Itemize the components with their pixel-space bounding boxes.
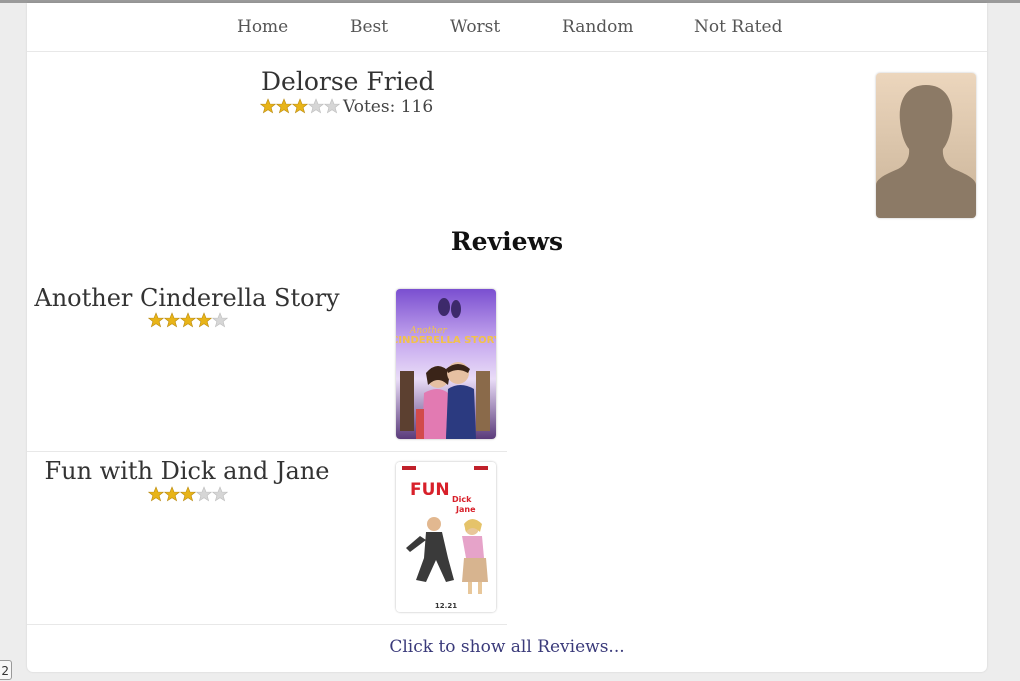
star-filled-icon: [180, 486, 196, 502]
review-title[interactable]: Fun with Dick and Jane: [27, 457, 347, 485]
star-filled-icon: [180, 312, 196, 328]
nav-not-rated[interactable]: Not Rated: [694, 17, 782, 37]
star-empty-icon: [212, 312, 228, 328]
person-rating-stars: [260, 98, 340, 114]
movie-poster-another-cinderella-story[interactable]: Another CINDERELLA STORY: [396, 289, 496, 439]
star-filled-icon: [164, 486, 180, 502]
review-item[interactable]: Another Cinderella Story Another CINDERE…: [27, 279, 507, 452]
reviews-heading: Reviews: [450, 227, 564, 256]
main-nav: Home Best Worst Random Not Rated: [27, 3, 987, 52]
svg-text:Jane: Jane: [455, 505, 476, 514]
poster-art: Another CINDERELLA STORY: [396, 289, 496, 439]
votes-count: Votes: 116: [343, 97, 434, 117]
review-rating-stars: [148, 312, 228, 328]
star-filled-icon: [164, 312, 180, 328]
svg-text:12.21: 12.21: [435, 602, 457, 610]
star-filled-icon: [196, 312, 212, 328]
review-rating-stars: [148, 486, 228, 502]
poster-art: FUN Dick Jane 12.21: [396, 462, 496, 612]
person-name: Delorse Fried: [261, 67, 435, 96]
star-empty-icon: [212, 486, 228, 502]
movie-poster-fun-with-dick-and-jane[interactable]: FUN Dick Jane 12.21: [396, 462, 496, 612]
star-filled-icon: [276, 98, 292, 114]
nav-best[interactable]: Best: [350, 17, 388, 37]
review-item[interactable]: Fun with Dick and Jane FUN Dick Jane 12.…: [27, 452, 507, 625]
show-all-reviews-link[interactable]: Click to show all Reviews...: [27, 637, 987, 657]
nav-random[interactable]: Random: [562, 17, 634, 37]
svg-text:Dick: Dick: [452, 495, 472, 504]
review-title[interactable]: Another Cinderella Story: [27, 284, 347, 312]
person-photo: [876, 73, 976, 218]
star-empty-icon: [196, 486, 212, 502]
svg-text:FUN: FUN: [410, 480, 450, 500]
page-container: Home Best Worst Random Not Rated Delorse…: [27, 3, 987, 672]
star-filled-icon: [292, 98, 308, 114]
corner-badge: 2: [0, 660, 12, 680]
nav-worst[interactable]: Worst: [450, 17, 500, 37]
star-filled-icon: [148, 312, 164, 328]
svg-text:CINDERELLA STORY: CINDERELLA STORY: [396, 335, 496, 346]
person-silhouette-icon: [876, 73, 976, 218]
nav-home[interactable]: Home: [237, 17, 288, 37]
star-filled-icon: [148, 486, 164, 502]
star-empty-icon: [324, 98, 340, 114]
star-empty-icon: [308, 98, 324, 114]
star-filled-icon: [260, 98, 276, 114]
